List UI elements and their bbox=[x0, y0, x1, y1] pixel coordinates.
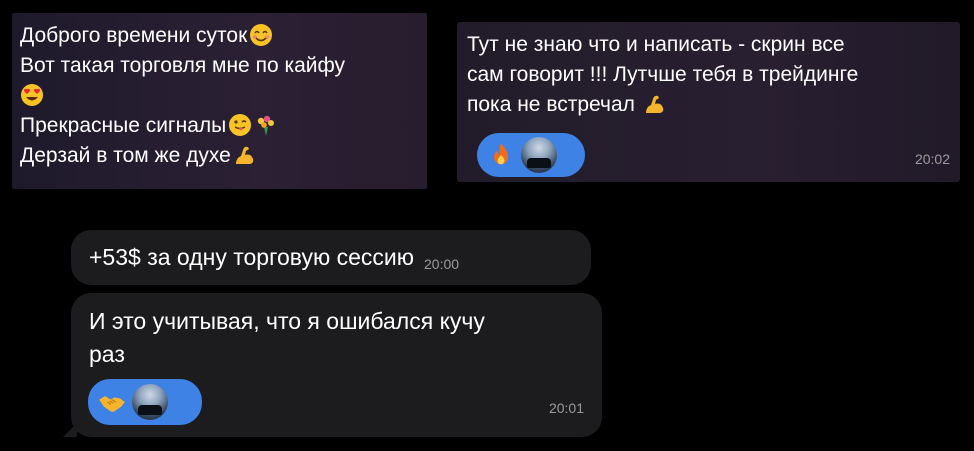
bouquet-icon bbox=[258, 115, 275, 136]
message-text: сам говорит !!! Лутчше тебя в трейдинге bbox=[467, 63, 859, 86]
timestamp: 20:00 bbox=[424, 256, 460, 272]
smiling-face-icon bbox=[250, 24, 273, 46]
message-bubble-3[interactable]: +53$ за одну торговую сессию 20:00 bbox=[71, 230, 591, 285]
winking-tongue-icon bbox=[229, 114, 252, 136]
message-line: Вот такая торговля мне по кайфу bbox=[20, 51, 419, 81]
handshake-icon bbox=[99, 396, 125, 412]
message-text: Дерзай в том же духе bbox=[20, 144, 231, 167]
flexed-biceps-icon bbox=[235, 146, 254, 164]
avatar[interactable] bbox=[132, 384, 168, 420]
message-bubble-1[interactable]: Доброго времени суток Вот такая торговля… bbox=[12, 13, 427, 189]
message-text: раз bbox=[89, 341, 125, 367]
message-bubble-2[interactable]: Тут не знаю что и написать - скрин все с… bbox=[457, 22, 960, 182]
message-bubble-4[interactable]: И это учитывая, что я ошибался кучу раз … bbox=[63, 293, 602, 437]
fire-icon bbox=[494, 143, 508, 165]
message-text: +53$ за одну торговую сессию bbox=[89, 244, 414, 270]
message-text: И это учитывая, что я ошибался кучу bbox=[89, 308, 485, 334]
message-line bbox=[20, 81, 419, 111]
message-line: Дерзай в том же духе bbox=[20, 141, 419, 171]
flexed-biceps-icon bbox=[645, 95, 664, 113]
heart-eyes-icon bbox=[21, 84, 43, 106]
message-text: Прекрасные сигналы bbox=[20, 114, 227, 137]
timestamp: 20:01 bbox=[548, 400, 584, 416]
message-text: пока не встречал bbox=[467, 93, 635, 116]
message-text: Вот такая торговля мне по кайфу bbox=[20, 54, 346, 77]
message-text: Тут не знаю что и написать - скрин все bbox=[467, 33, 845, 56]
message-line: Доброго времени суток bbox=[20, 21, 419, 51]
reaction-pill[interactable] bbox=[477, 133, 585, 177]
message-text: Доброго времени суток bbox=[20, 24, 248, 47]
timestamp: 20:02 bbox=[914, 151, 950, 167]
bubble-tail bbox=[63, 423, 77, 437]
message-line: Прекрасные сигналы bbox=[20, 111, 419, 141]
message-line: пока не встречал bbox=[467, 90, 950, 120]
avatar[interactable] bbox=[521, 137, 557, 173]
reaction-pill[interactable] bbox=[88, 379, 202, 425]
